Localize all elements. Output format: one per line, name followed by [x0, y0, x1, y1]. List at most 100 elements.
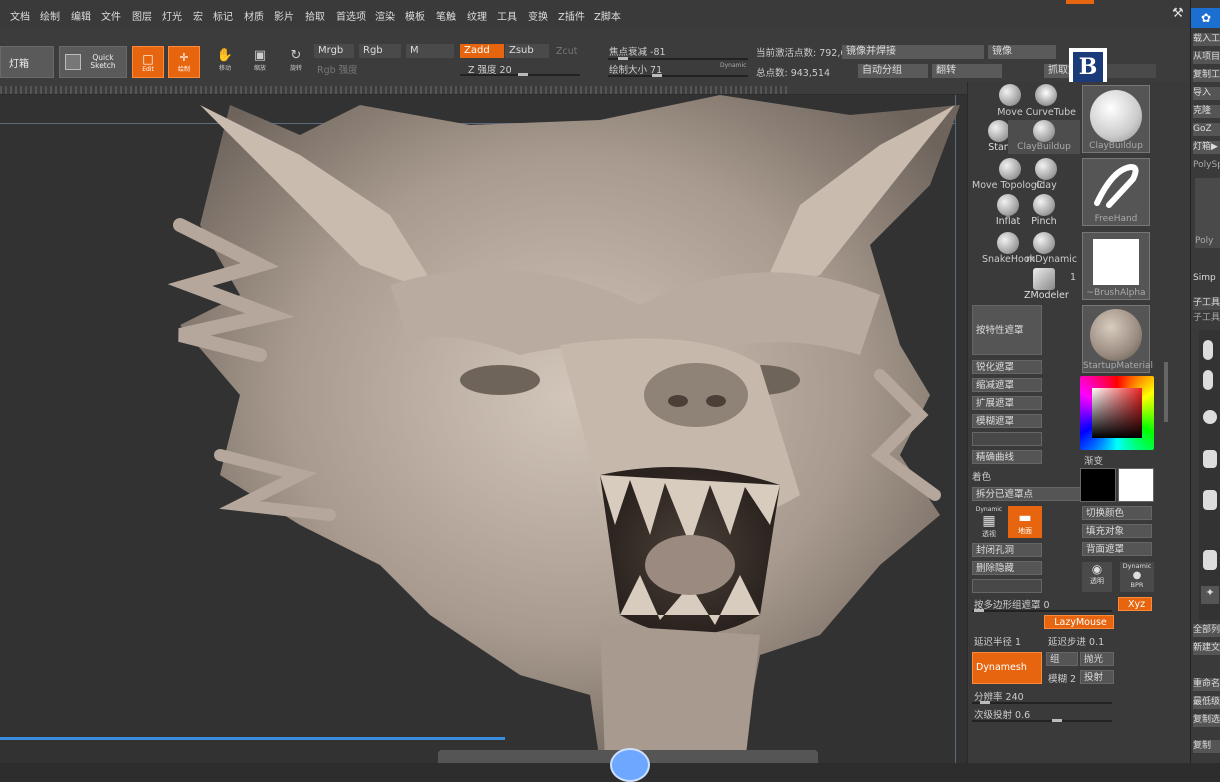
from-project-button[interactable]: 从项目 [1193, 51, 1220, 64]
move-button[interactable]: ✋ 移动 [210, 48, 240, 78]
lazy-step-label[interactable]: 延迟步进 0.1 [1048, 634, 1104, 648]
load-tool-button[interactable]: 载入工 [1193, 33, 1220, 46]
mirror-weld-button[interactable]: 镜像并焊接 [842, 45, 984, 59]
edit-button[interactable]: □ Edit [132, 46, 164, 78]
zmodeler-brush[interactable]: ZModeler [1024, 268, 1069, 304]
lowest-res-button[interactable]: 最低级 [1193, 696, 1220, 709]
polysphere-thumbnail[interactable]: Poly [1195, 178, 1220, 248]
dynamesh-button[interactable]: Dynamesh [972, 652, 1042, 684]
menu-material[interactable]: 材质 [244, 8, 264, 23]
fill-object-button[interactable]: 填充对象 [1082, 524, 1152, 538]
claybuildup-brush[interactable]: ClayBuildup [1008, 120, 1080, 154]
settings-icon[interactable]: ✿ [1191, 8, 1220, 28]
menu-macro[interactable]: 宏 [193, 8, 203, 23]
menu-render[interactable]: 渲染 [375, 8, 395, 23]
precise-curve-button[interactable]: 精确曲线 [972, 450, 1042, 464]
lightbox-tools-button[interactable]: 灯箱▶ [1193, 141, 1220, 154]
menu-transform[interactable]: 变换 [528, 8, 548, 23]
close-holes-button[interactable]: 封闭孔洞 [972, 543, 1042, 557]
scale-button[interactable]: ▣ 缩放 [245, 48, 275, 78]
sharpen-mask-button[interactable]: 锐化遮罩 [972, 360, 1042, 374]
auto-group-button[interactable]: 自动分组 [858, 64, 928, 78]
menu-draw[interactable]: 绘制 [40, 8, 60, 23]
menu-marker[interactable]: 标记 [213, 8, 233, 23]
pinch-brush[interactable]: Pinch [1024, 194, 1064, 230]
menu-light[interactable]: 灯光 [162, 8, 182, 23]
menu-file[interactable]: 文件 [101, 8, 121, 23]
current-brush-tile[interactable]: ClayBuildup [1082, 85, 1150, 153]
blank-toolbar-button[interactable] [1100, 64, 1156, 78]
group-button[interactable]: 组 [1046, 652, 1078, 666]
focal-shift-label[interactable]: 焦点衰减 -81 [609, 44, 666, 58]
focal-shift-slider[interactable] [608, 57, 748, 60]
backface-mask-button[interactable]: 背面遮罩 [1082, 542, 1152, 556]
perspective-button[interactable]: Dynamic ▦ 透视 [972, 506, 1006, 538]
transparent-button[interactable]: ◉ 透明 [1082, 562, 1112, 592]
project-button[interactable]: 投射 [1080, 670, 1114, 684]
stroke-tile[interactable]: FreeHand [1082, 158, 1150, 226]
mask-by-feature-button[interactable]: 按特性遮罩 [972, 305, 1042, 355]
clone-button[interactable]: 克隆 [1193, 105, 1220, 118]
delete-hidden-button[interactable]: 删除隐藏 [972, 561, 1042, 575]
rename-button[interactable]: 重命名 [1193, 678, 1220, 691]
subtool-header[interactable]: 子工具 [1193, 297, 1220, 310]
goz-button[interactable]: GoZ [1193, 123, 1220, 136]
menu-edit[interactable]: 编辑 [71, 8, 91, 23]
shrink-mask-button[interactable]: 缩减遮罩 [972, 378, 1042, 392]
panel-scrollbar[interactable] [1164, 362, 1168, 422]
z-intensity-slider[interactable] [460, 73, 580, 76]
color-picker[interactable] [1080, 376, 1154, 450]
menu-tool[interactable]: 工具 [497, 8, 517, 23]
sub-project-label[interactable]: 次级投射 0.6 [974, 707, 1030, 721]
m-toggle[interactable]: M [406, 44, 454, 58]
menu-preferences[interactable]: 首选项 [336, 8, 366, 23]
material-tile[interactable]: StartupMaterial [1082, 305, 1153, 373]
mirror-button[interactable]: 镜像 [988, 45, 1056, 59]
zsub-toggle[interactable]: Zsub [505, 44, 549, 58]
zcut-toggle[interactable]: Zcut [556, 46, 577, 57]
menu-layer[interactable]: 图层 [132, 8, 152, 23]
poly-mask-slider[interactable] [972, 609, 1112, 612]
poly-mask-label[interactable]: 按多边形组遮罩 0 [974, 597, 1050, 611]
lazy-radius-label[interactable]: 延迟半径 1 [974, 634, 1021, 648]
lightbox-button[interactable]: 灯箱 [0, 46, 54, 78]
sub-project-slider[interactable] [972, 719, 1112, 722]
rotate-button[interactable]: ↻ 旋转 [281, 48, 311, 78]
resolution-slider[interactable] [972, 701, 1112, 704]
floor-button[interactable]: ▬ 地面 [1008, 506, 1042, 538]
bpr-button[interactable]: Dynamic ● BPR [1120, 562, 1154, 592]
copy-selected-button[interactable]: 复制选 [1193, 714, 1220, 727]
rgb-intensity-label[interactable]: Rgb 强度 [317, 62, 358, 76]
zadd-toggle[interactable]: Zadd [460, 44, 504, 58]
blur-label[interactable]: 模糊 2 [1048, 671, 1076, 685]
menu-stencil[interactable]: 模板 [405, 8, 425, 23]
switch-color-button[interactable]: 切换颜色 [1082, 506, 1152, 520]
blur-mask-button[interactable]: 模糊遮罩 [972, 414, 1042, 428]
menu-pick[interactable]: 拾取 [305, 8, 325, 23]
video-progress-bar[interactable] [0, 737, 505, 740]
play-button-icon[interactable] [610, 748, 650, 782]
duplicate-button[interactable]: 复制 [1193, 740, 1220, 753]
menu-zscript[interactable]: Z脚本 [594, 8, 621, 23]
copy-tool-button[interactable]: 复制工 [1193, 69, 1220, 82]
flip-button[interactable]: 翻转 [932, 64, 1002, 78]
secondary-color-swatch[interactable] [1080, 468, 1116, 502]
xyz-button[interactable]: Xyz [1118, 597, 1152, 611]
list-all-button[interactable]: 全部列 [1193, 624, 1220, 637]
polish-button[interactable]: 抛光 [1080, 652, 1114, 666]
standard-brush[interactable]: Stan [988, 120, 1010, 156]
alpha-tile[interactable]: ~BrushAlpha [1082, 232, 1150, 300]
main-color-swatch[interactable] [1118, 468, 1154, 502]
quick-sketch-button[interactable]: Quick Sketch [59, 46, 127, 78]
color-square[interactable] [1092, 388, 1142, 438]
viewport-canvas[interactable] [0, 95, 967, 763]
menu-texture[interactable]: 纹理 [467, 8, 487, 23]
menu-document[interactable]: 文档 [10, 8, 30, 23]
lazymouse-button[interactable]: LazyMouse [1044, 615, 1114, 629]
draw-size-slider[interactable] [608, 74, 748, 77]
menu-zplugin[interactable]: Z插件 [558, 8, 585, 23]
menu-stroke[interactable]: 笔触 [436, 8, 456, 23]
subtool-list[interactable]: ✦ [1199, 330, 1220, 620]
menu-movie[interactable]: 影片 [274, 8, 294, 23]
import-button[interactable]: 导入 [1193, 87, 1220, 100]
